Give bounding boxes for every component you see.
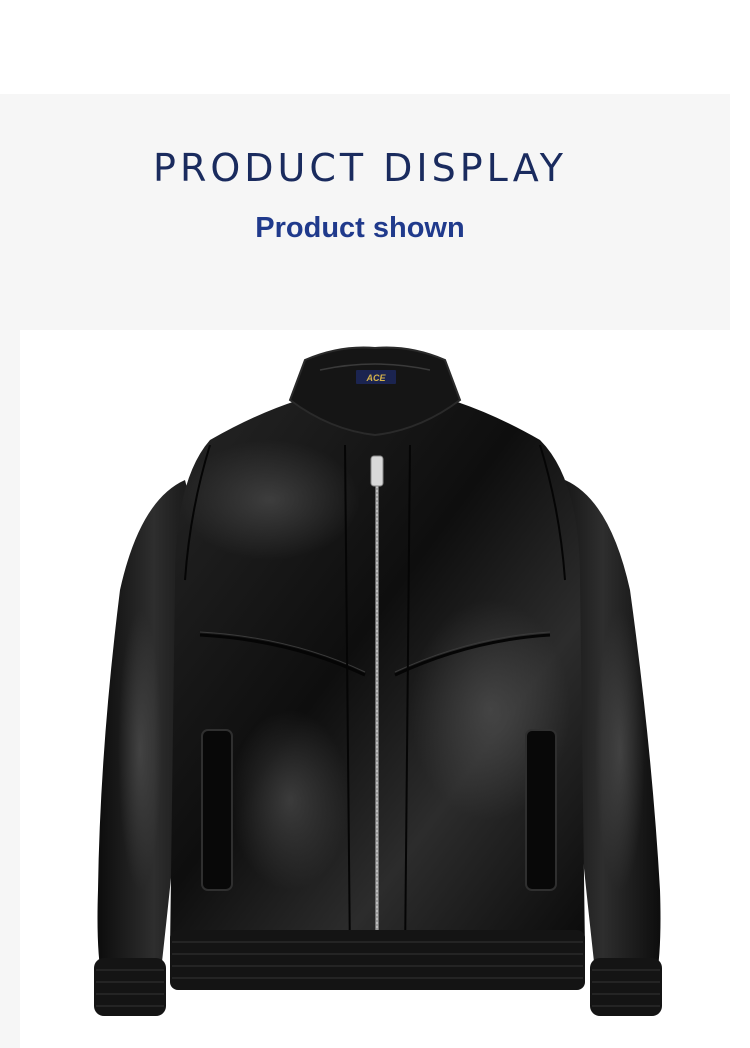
right-pocket: [525, 729, 557, 891]
section-subtitle: Product shown: [255, 212, 465, 244]
zipper-pull: [370, 455, 384, 487]
product-image: ACE: [20, 330, 730, 1048]
left-cuff: [94, 958, 166, 1016]
leather-jacket-illustration: ACE: [94, 346, 662, 1016]
hem-band: [170, 930, 585, 990]
top-whitespace: [0, 0, 750, 94]
section-title: PRODUCT DISPLAY: [153, 146, 567, 190]
brand-label-text: ACE: [365, 373, 386, 383]
left-pocket: [201, 729, 233, 891]
right-cuff: [590, 958, 662, 1016]
